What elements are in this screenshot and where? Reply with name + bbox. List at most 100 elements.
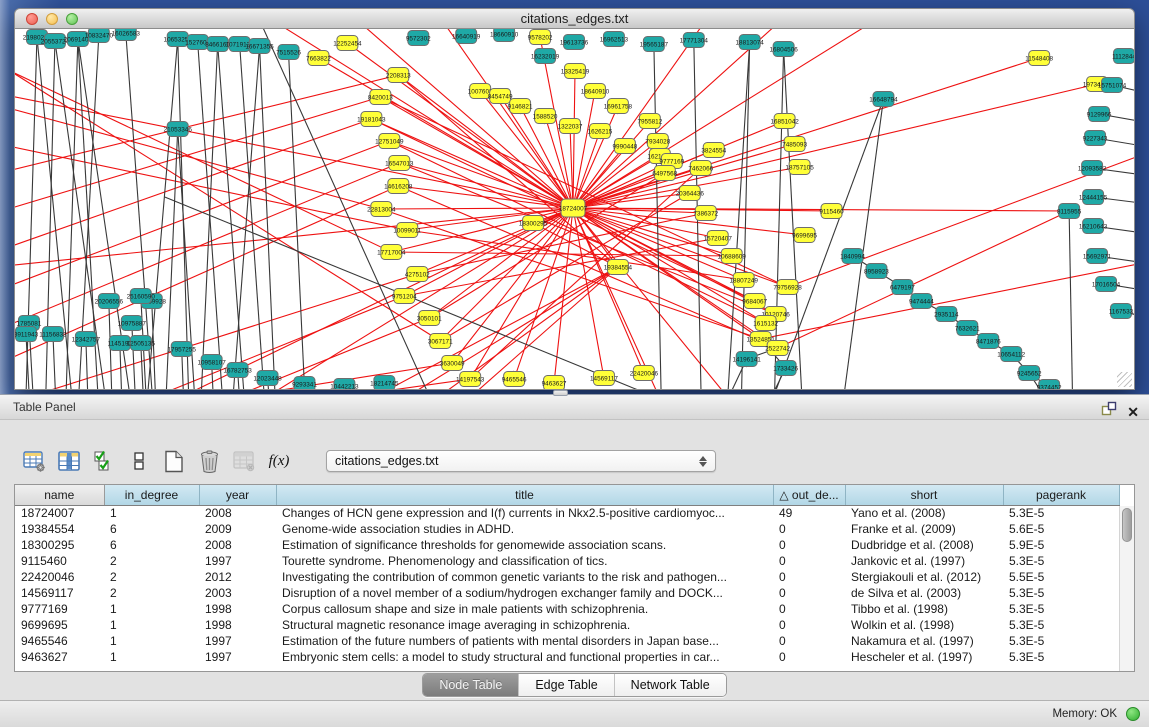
graph-edge[interactable] xyxy=(381,208,573,209)
cell-out_degree[interactable]: 0 xyxy=(773,601,845,617)
minimize-window-icon[interactable] xyxy=(46,13,58,25)
table-row[interactable]: 969969511998Structural magnetic resonanc… xyxy=(15,617,1119,633)
graph-node[interactable]: 20364436 xyxy=(676,186,705,201)
graph-node[interactable]: 16671355 xyxy=(245,39,274,54)
cell-in_degree[interactable]: 1 xyxy=(104,617,199,633)
tab-network-table[interactable]: Network Table xyxy=(615,674,726,696)
column-header-name[interactable]: name xyxy=(15,485,104,505)
graph-node[interactable]: 21053346 xyxy=(164,122,193,137)
graph-node[interactable]: 3067171 xyxy=(428,334,453,349)
cell-title[interactable]: Disruption of a novel member of a sodium… xyxy=(276,585,773,601)
cell-pagerank[interactable]: 5.9E-5 xyxy=(1003,537,1119,553)
graph-node[interactable]: 8471876 xyxy=(976,334,1001,349)
graph-node[interactable]: 18660910 xyxy=(490,29,519,42)
graph-node[interactable]: 12444155 xyxy=(1079,190,1108,205)
graph-node[interactable]: 3911943 xyxy=(15,327,39,342)
close-window-icon[interactable] xyxy=(26,13,38,25)
graph-node[interactable]: 10688609 xyxy=(718,249,747,264)
cell-in_degree[interactable]: 2 xyxy=(104,585,199,601)
cell-pagerank[interactable]: 5.3E-5 xyxy=(1003,617,1119,633)
cell-in_degree[interactable]: 2 xyxy=(104,569,199,585)
graph-node[interactable]: 10958107 xyxy=(197,355,226,370)
graph-node[interactable]: 18214745 xyxy=(370,376,399,390)
cell-short[interactable]: Tibbo et al. (1998) xyxy=(845,601,1003,617)
graph-node[interactable]: 16804506 xyxy=(769,42,798,57)
cell-out_degree[interactable]: 0 xyxy=(773,617,845,633)
graph-node[interactable]: 9463627 xyxy=(542,376,567,390)
window-titlebar[interactable]: citations_edges.txt xyxy=(14,8,1135,29)
cell-name[interactable]: 18724007 xyxy=(15,505,104,521)
graph-node[interactable]: 17771304 xyxy=(680,33,709,48)
cell-out_degree[interactable]: 0 xyxy=(773,569,845,585)
graph-node[interactable]: 9684067 xyxy=(742,294,767,309)
graph-edge[interactable] xyxy=(774,49,784,389)
cell-title[interactable]: Changes of HCN gene expression and I(f) … xyxy=(276,505,773,521)
graph-edge[interactable] xyxy=(231,46,260,389)
cell-short[interactable]: de Silva et al. (2003) xyxy=(845,585,1003,601)
graph-node[interactable]: 16961758 xyxy=(604,99,633,114)
graph-edge[interactable] xyxy=(1069,211,1073,389)
cell-name[interactable]: 9465546 xyxy=(15,633,104,649)
graph-node[interactable]: 17957255 xyxy=(168,342,197,357)
graph-node[interactable]: 7955812 xyxy=(637,114,662,129)
graph-node[interactable]: 18813074 xyxy=(736,35,765,50)
graph-node[interactable]: 22420046 xyxy=(630,366,659,381)
graph-node[interactable]: 1733426 xyxy=(773,361,798,376)
graph-node[interactable]: 12342757 xyxy=(72,332,101,347)
cell-title[interactable]: Embryonic stem cells: a model to study s… xyxy=(276,649,773,665)
window-resize-grip[interactable] xyxy=(1117,372,1132,387)
cell-out_degree[interactable]: 0 xyxy=(773,537,845,553)
graph-node[interactable]: 10442213 xyxy=(330,379,359,390)
column-header-short[interactable]: short xyxy=(845,485,1003,505)
function-icon[interactable]: f(x) xyxy=(267,449,291,473)
graph-node[interactable]: 10975887 xyxy=(118,316,147,331)
graph-node[interactable]: 10654112 xyxy=(997,347,1025,362)
graph-node[interactable]: 1167533 xyxy=(1109,304,1134,319)
cell-name[interactable]: 22420046 xyxy=(15,569,104,585)
cell-out_degree[interactable]: 0 xyxy=(773,585,845,601)
cell-title[interactable]: Structural magnetic resonance image aver… xyxy=(276,617,773,633)
graph-node[interactable]: 9465546 xyxy=(502,372,527,387)
graph-node[interactable]: 11548408 xyxy=(1025,51,1053,66)
graph-node[interactable]: 9146821 xyxy=(508,99,533,114)
graph-node[interactable]: 9227343 xyxy=(1083,131,1108,146)
graph-node[interactable]: 9572302 xyxy=(406,31,431,46)
cell-short[interactable]: Dudbridge et al. (2008) xyxy=(845,537,1003,553)
graph-edge[interactable] xyxy=(398,186,777,348)
close-panel-icon[interactable]: ✕ xyxy=(1127,405,1139,420)
cell-in_degree[interactable]: 2 xyxy=(104,553,199,569)
graph-node[interactable]: 22813004 xyxy=(367,202,396,217)
table-row[interactable]: 946554611997Estimation of the future num… xyxy=(15,633,1119,649)
graph-node[interactable]: 14569117 xyxy=(590,371,618,386)
graph-node[interactable]: 18724007 xyxy=(559,199,588,217)
cell-short[interactable]: Stergiakouli et al. (2012) xyxy=(845,569,1003,585)
cell-year[interactable]: 2012 xyxy=(199,569,276,585)
row-height-icon[interactable] xyxy=(127,449,151,473)
graph-node[interactable]: 2208313 xyxy=(386,68,411,83)
graph-edge[interactable] xyxy=(654,44,662,389)
select-columns-icon[interactable] xyxy=(57,449,81,473)
cell-year[interactable]: 1998 xyxy=(199,617,276,633)
graph-node[interactable]: 1626215 xyxy=(588,124,613,139)
graph-edge[interactable] xyxy=(15,141,389,299)
cell-out_degree[interactable]: 0 xyxy=(773,553,845,569)
graph-node[interactable]: 19384554 xyxy=(604,260,633,275)
cell-name[interactable]: 9463627 xyxy=(15,649,104,665)
cell-title[interactable]: Genome-wide association studies in ADHD. xyxy=(276,521,773,537)
cell-name[interactable]: 18300295 xyxy=(15,537,104,553)
graph-node[interactable]: 19181043 xyxy=(357,112,386,127)
graph-node[interactable]: 15751074 xyxy=(1098,78,1127,93)
column-header-title[interactable]: title xyxy=(276,485,773,505)
cell-pagerank[interactable]: 5.3E-5 xyxy=(1003,649,1119,665)
graph-edge[interactable] xyxy=(255,29,573,208)
cell-out_degree[interactable]: 0 xyxy=(773,521,845,537)
graph-node[interactable]: 16648794 xyxy=(869,92,898,107)
graph-edge[interactable] xyxy=(53,334,57,389)
graph-node[interactable]: 2935114 xyxy=(934,307,959,322)
graph-edge[interactable] xyxy=(573,58,1039,208)
graph-node[interactable]: 6479197 xyxy=(890,280,915,295)
cell-name[interactable]: 9777169 xyxy=(15,601,104,617)
graph-node[interactable]: 1615132 xyxy=(753,316,778,331)
graph-node[interactable]: 17016504 xyxy=(1092,277,1121,292)
table-row[interactable]: 1830029562008Estimation of significance … xyxy=(15,537,1119,553)
